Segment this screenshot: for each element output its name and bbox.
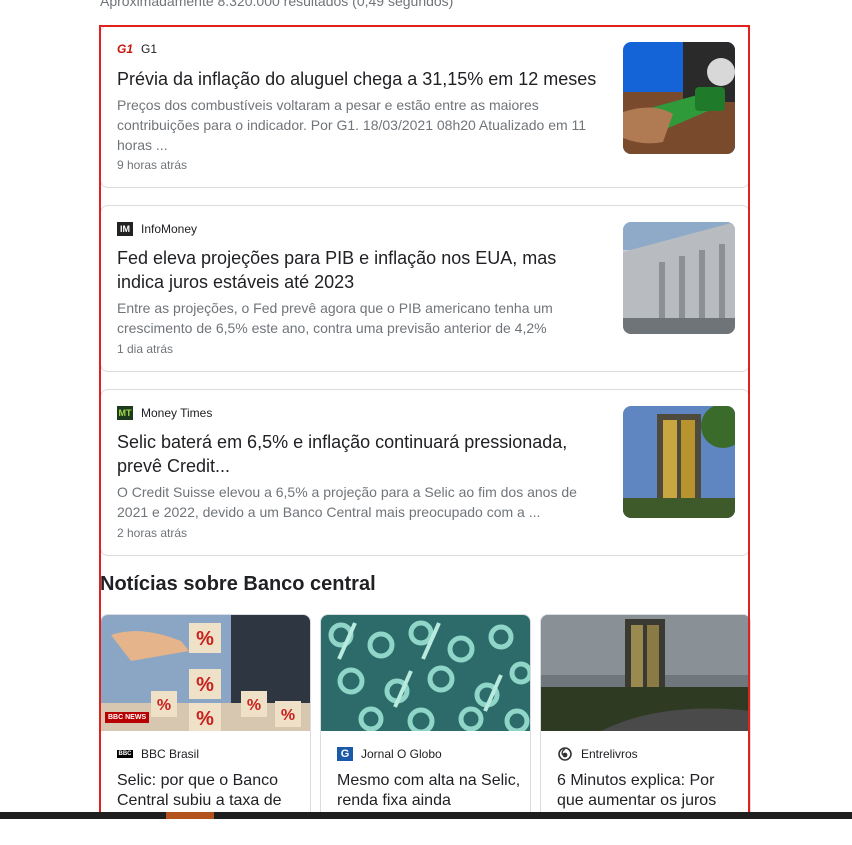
results-count: Aproximadamente 8.320.000 resultados (0,… [100, 0, 454, 9]
taskbar [0, 812, 852, 819]
highlight-frame [99, 25, 750, 818]
taskbar-active-indicator [166, 812, 214, 819]
